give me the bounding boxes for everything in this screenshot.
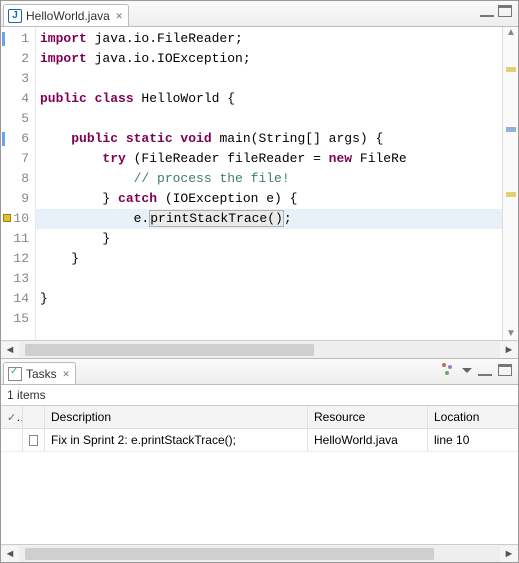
code-area[interactable]: import java.io.FileReader;import java.io…	[36, 27, 502, 340]
editor-tab-label: HelloWorld.java	[26, 9, 110, 23]
line-number: 9	[1, 189, 35, 209]
scroll-left-icon[interactable]: ◄	[1, 342, 19, 358]
change-marker-icon	[2, 132, 5, 146]
code-line[interactable]: // process the file!	[36, 169, 502, 189]
close-tab-icon[interactable]: ✕	[63, 367, 70, 380]
tasks-hscrollbar[interactable]: ◄ ►	[1, 544, 518, 562]
hscroll-track[interactable]	[19, 343, 500, 357]
scroll-right-icon[interactable]: ►	[500, 342, 518, 358]
close-tab-icon[interactable]: ✕	[116, 9, 123, 22]
col-location-header[interactable]: Location	[428, 406, 518, 428]
maximize-pane-icon[interactable]	[498, 364, 512, 376]
focus-task-icon[interactable]	[442, 363, 456, 377]
code-line[interactable]: try (FileReader fileReader = new FileRe	[36, 149, 502, 169]
col-resource-header[interactable]: Resource	[308, 406, 428, 428]
line-number: 13	[1, 269, 35, 289]
code-line[interactable]	[36, 109, 502, 129]
line-number: 10	[1, 209, 35, 229]
editor-tab-helloworld[interactable]: J HelloWorld.java ✕	[3, 4, 129, 26]
checkmark-icon: ✓	[7, 410, 23, 424]
tasks-count-label: 1 items	[1, 385, 518, 405]
overview-ruler[interactable]: ▲ ▼	[502, 27, 518, 340]
col-complete-header[interactable]: ✓	[1, 406, 23, 428]
scroll-right-icon[interactable]: ►	[500, 546, 518, 562]
scroll-up-icon[interactable]: ▲	[505, 27, 517, 39]
maximize-pane-icon[interactable]	[498, 5, 512, 17]
tasks-header-row: ✓ Description Resource Location	[1, 406, 518, 429]
hscroll-thumb[interactable]	[25, 344, 314, 356]
line-number: 6	[1, 129, 35, 149]
tasks-view-icon	[8, 367, 22, 381]
task-location: line 10	[428, 429, 518, 451]
tasks-tab[interactable]: Tasks ✕	[3, 362, 76, 384]
line-number: 8	[1, 169, 35, 189]
code-line[interactable]: public class HelloWorld {	[36, 89, 502, 109]
code-line[interactable]: e.printStackTrace();	[36, 209, 502, 229]
scroll-left-icon[interactable]: ◄	[1, 546, 19, 562]
scroll-down-icon[interactable]: ▼	[505, 328, 517, 340]
minimize-pane-icon[interactable]	[480, 9, 494, 17]
code-line[interactable]: import java.io.FileReader;	[36, 29, 502, 49]
editor-body[interactable]: 123456789101112131415 import java.io.Fil…	[1, 27, 518, 340]
line-number: 12	[1, 249, 35, 269]
task-resource: HelloWorld.java	[308, 429, 428, 451]
task-row[interactable]: Fix in Sprint 2: e.printStackTrace();Hel…	[1, 429, 518, 452]
java-file-icon: J	[8, 9, 22, 23]
code-line[interactable]: public static void main(String[] args) {	[36, 129, 502, 149]
task-checkbox-cell[interactable]	[23, 429, 45, 451]
task-complete-cell	[1, 429, 23, 451]
line-number: 4	[1, 89, 35, 109]
tasks-tab-label: Tasks	[26, 367, 57, 381]
line-number: 7	[1, 149, 35, 169]
col-description-header[interactable]: Description	[45, 406, 308, 428]
line-number: 5	[1, 109, 35, 129]
hscroll-thumb[interactable]	[25, 548, 434, 560]
editor-pane: J HelloWorld.java ✕ 12345678910111213141…	[1, 1, 518, 359]
overview-task-marker[interactable]	[506, 127, 516, 132]
line-number: 1	[1, 29, 35, 49]
line-number: 14	[1, 289, 35, 309]
code-line[interactable]: } catch (IOException e) {	[36, 189, 502, 209]
line-number: 3	[1, 69, 35, 89]
minimize-pane-icon[interactable]	[478, 368, 492, 376]
tasks-table: ✓ Description Resource Location Fix in S…	[1, 405, 518, 544]
warning-marker-icon[interactable]	[3, 214, 11, 222]
view-menu-icon[interactable]	[462, 368, 472, 373]
line-number: 2	[1, 49, 35, 69]
hscroll-track[interactable]	[19, 547, 500, 561]
editor-tab-bar: J HelloWorld.java ✕	[1, 1, 518, 27]
code-line[interactable]	[36, 269, 502, 289]
checkbox-icon[interactable]	[29, 435, 38, 446]
line-number: 11	[1, 229, 35, 249]
line-number-gutter: 123456789101112131415	[1, 27, 36, 340]
change-marker-icon	[2, 32, 5, 46]
code-line[interactable]: import java.io.IOException;	[36, 49, 502, 69]
code-line[interactable]	[36, 309, 502, 329]
tasks-pane: Tasks ✕ 1 items ✓ Description Resource L…	[1, 359, 518, 562]
editor-hscrollbar[interactable]: ◄ ►	[1, 340, 518, 358]
task-description: Fix in Sprint 2: e.printStackTrace();	[45, 429, 308, 451]
line-number: 15	[1, 309, 35, 329]
code-line[interactable]: }	[36, 249, 502, 269]
code-line[interactable]: }	[36, 229, 502, 249]
tasks-tab-bar: Tasks ✕	[1, 359, 518, 385]
overview-warning-marker[interactable]	[506, 192, 516, 197]
col-checkbox-header[interactable]	[23, 406, 45, 428]
overview-warning-marker[interactable]	[506, 67, 516, 72]
code-line[interactable]	[36, 69, 502, 89]
code-line[interactable]: }	[36, 289, 502, 309]
